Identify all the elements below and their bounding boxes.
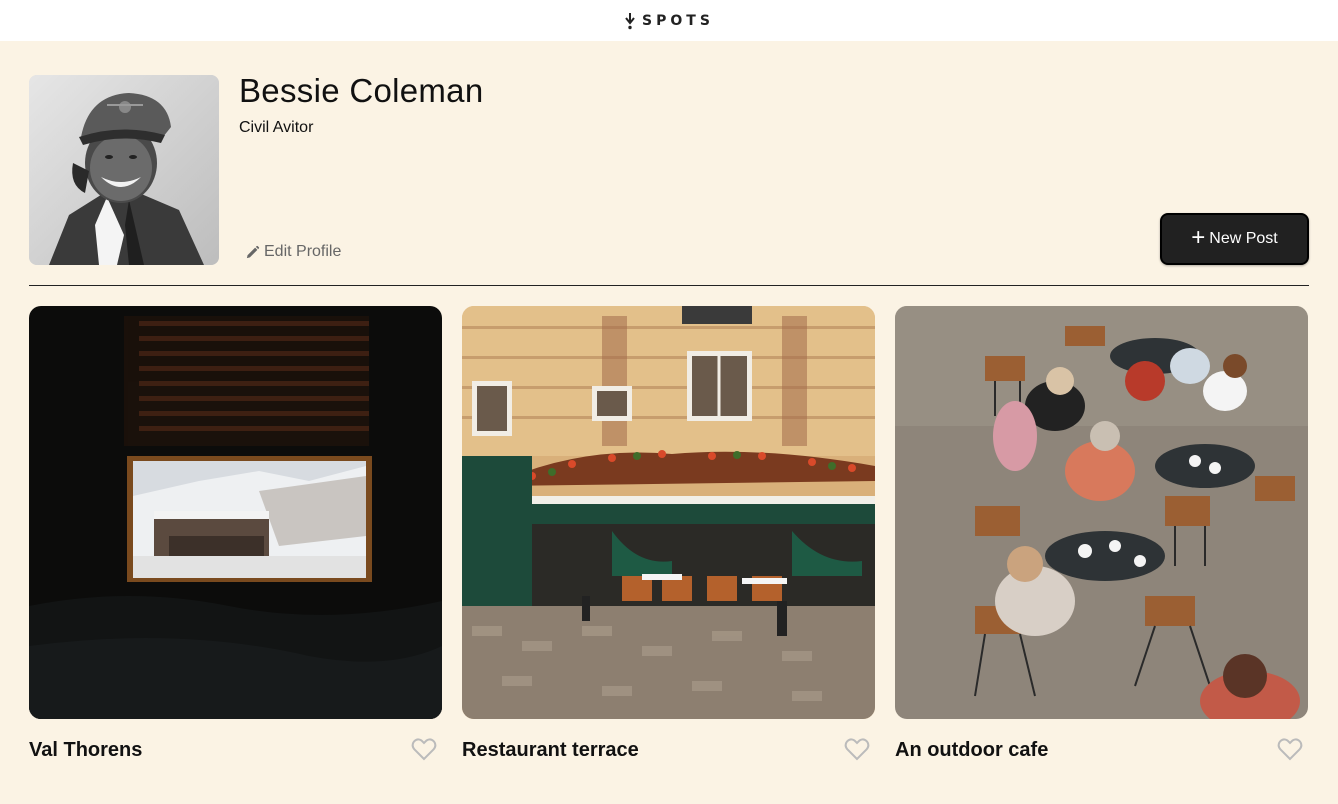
heart-icon[interactable] bbox=[1277, 737, 1303, 761]
card-title: Val Thorens bbox=[29, 739, 143, 761]
edit-profile-label: Edit Profile bbox=[264, 243, 342, 260]
card-restaurant-terrace: Restaurant terrace bbox=[462, 306, 875, 779]
card-outdoor-cafe: An outdoor cafe bbox=[895, 306, 1308, 779]
card-footer: An outdoor cafe bbox=[895, 719, 1308, 779]
card-footer: Restaurant terrace bbox=[462, 719, 875, 779]
pencil-icon bbox=[246, 245, 260, 258]
profile-description: Civil Avitor bbox=[239, 119, 314, 136]
card-footer: Val Thorens bbox=[29, 719, 442, 779]
heart-icon[interactable] bbox=[411, 737, 437, 761]
divider bbox=[29, 285, 1309, 286]
edit-profile-button[interactable]: Edit Profile bbox=[245, 243, 341, 261]
card-title: An outdoor cafe bbox=[895, 739, 1049, 761]
card-image[interactable] bbox=[462, 306, 875, 719]
logo-icon bbox=[625, 12, 635, 29]
profile-name: Bessie Coleman bbox=[239, 72, 484, 109]
card-val-thorens: Val Thorens bbox=[29, 306, 442, 779]
card-image[interactable] bbox=[895, 306, 1308, 719]
card-title: Restaurant terrace bbox=[462, 739, 639, 761]
plus-icon: + bbox=[1191, 223, 1206, 251]
heart-icon[interactable] bbox=[844, 737, 870, 761]
top-bar: SPOTS bbox=[0, 0, 1338, 41]
card-image[interactable] bbox=[29, 306, 442, 719]
profile-avatar bbox=[29, 75, 219, 265]
new-post-label: New Post bbox=[1209, 230, 1278, 247]
logo-text: SPOTS bbox=[642, 12, 714, 29]
logo[interactable]: SPOTS bbox=[624, 12, 714, 30]
new-post-button[interactable]: + New Post bbox=[1160, 213, 1309, 265]
